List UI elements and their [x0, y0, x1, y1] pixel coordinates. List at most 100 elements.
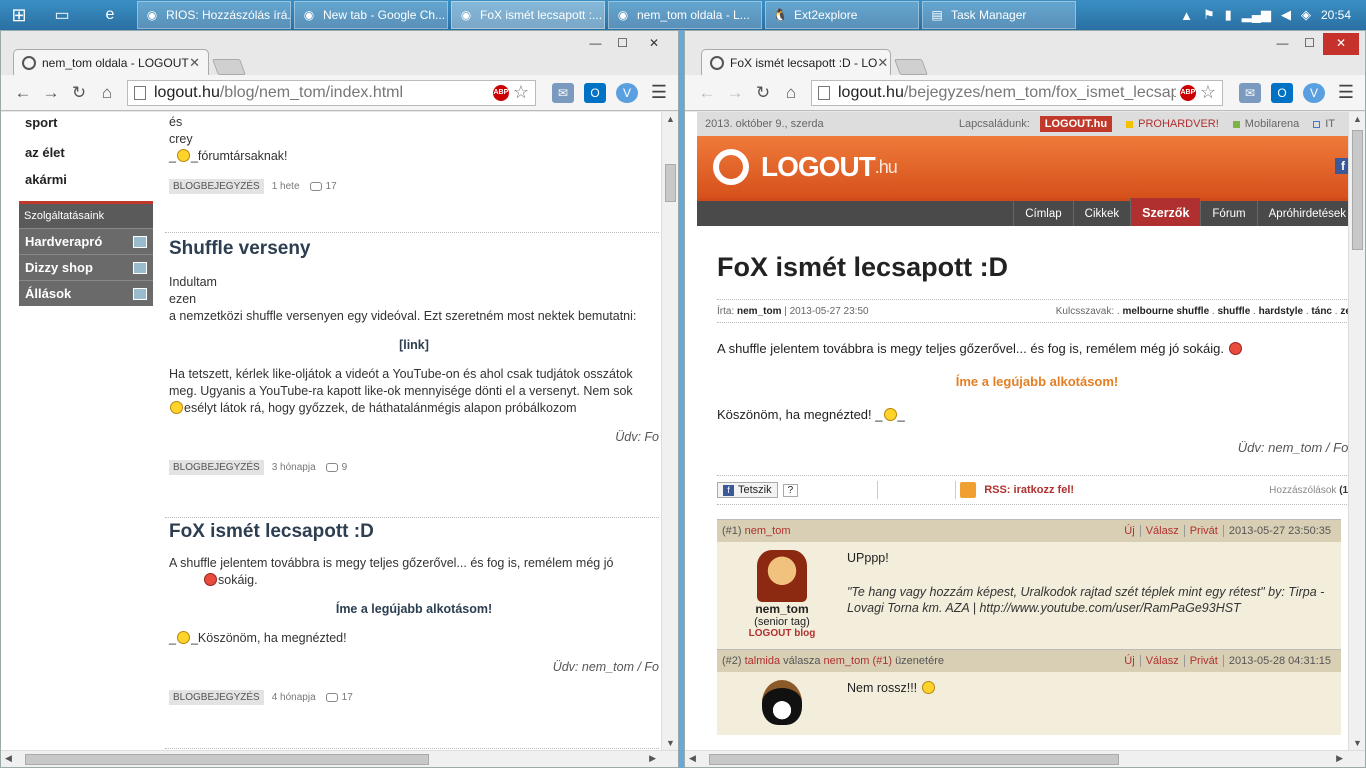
- minimize-icon[interactable]: —: [582, 33, 609, 55]
- file-explorer-pin[interactable]: ▭: [38, 0, 86, 30]
- service-hardverapro[interactable]: Hardverapró: [19, 228, 153, 254]
- maximize-icon[interactable]: ☐: [609, 33, 636, 55]
- scroll-left-icon[interactable]: ◀: [689, 753, 696, 764]
- post-tag[interactable]: BLOGBEJEGYZÉS: [169, 178, 264, 194]
- rss-link[interactable]: RSS: iratkozz fel!: [984, 484, 1074, 496]
- bookmark-star-icon[interactable]: ☆: [1200, 82, 1216, 103]
- scroll-right-icon[interactable]: ▶: [1336, 753, 1343, 764]
- sidebar-item-az-elet[interactable]: az élet: [19, 139, 153, 166]
- network-link-logout[interactable]: LOGOUT.hu: [1039, 116, 1113, 132]
- taskbar-task[interactable]: 🐧 Ext2explore: [765, 1, 919, 29]
- reload-icon[interactable]: ↻: [749, 83, 777, 103]
- close-tab-icon[interactable]: ✕: [877, 55, 888, 71]
- keyword-link[interactable]: hardstyle: [1259, 306, 1303, 317]
- maximize-icon[interactable]: ☐: [1296, 33, 1323, 55]
- forward-icon[interactable]: →: [37, 83, 65, 103]
- comment-reply[interactable]: Válasz: [1141, 655, 1185, 667]
- sidebar-item-sport[interactable]: sport: [19, 112, 153, 139]
- scroll-thumb[interactable]: [665, 164, 676, 202]
- avatar[interactable]: [757, 550, 807, 602]
- adblock-icon[interactable]: ABP: [492, 84, 509, 101]
- scroll-thumb[interactable]: [25, 754, 429, 765]
- tab-nem-tom[interactable]: nem_tom oldala - LOGOUT ✕: [13, 49, 209, 75]
- comment-reply[interactable]: Válasz: [1141, 525, 1185, 537]
- nav-szerzok[interactable]: Szerzők: [1130, 198, 1201, 226]
- comment-new[interactable]: Új: [1119, 525, 1141, 537]
- network-link-it[interactable]: IT: [1313, 118, 1335, 130]
- home-icon[interactable]: ⌂: [93, 83, 121, 103]
- comment-author[interactable]: nem_tom: [745, 525, 791, 537]
- facebook-like-button[interactable]: f Tetszik: [717, 482, 778, 498]
- sidebar-item-akarmi[interactable]: akármi: [19, 166, 153, 193]
- network-link-mobilarena[interactable]: Mobilarena: [1232, 118, 1299, 130]
- comment-count[interactable]: 17: [325, 692, 353, 703]
- author-link[interactable]: nem_tom: [737, 306, 781, 317]
- nav-aprohirdetesek[interactable]: Apróhirdetések: [1256, 201, 1357, 226]
- comment-author[interactable]: talmida: [745, 655, 780, 667]
- gmail-icon[interactable]: ✉: [552, 82, 574, 103]
- scroll-down-icon[interactable]: ▼: [1349, 738, 1365, 748]
- vimeo-icon[interactable]: V: [1303, 82, 1325, 103]
- nav-cikkek[interactable]: Cikkek: [1072, 201, 1131, 226]
- chevron-up-icon[interactable]: ▲: [1180, 8, 1193, 23]
- scroll-left-icon[interactable]: ◀: [5, 753, 12, 764]
- start-button[interactable]: ⊞: [0, 0, 38, 30]
- new-tab-button[interactable]: [212, 59, 246, 75]
- forward-icon[interactable]: →: [721, 83, 749, 103]
- new-tab-button[interactable]: [894, 59, 928, 75]
- help-button[interactable]: ?: [782, 483, 799, 497]
- menu-icon[interactable]: ☰: [648, 82, 670, 103]
- taskbar-task[interactable]: ▤ Task Manager: [922, 1, 1076, 29]
- vertical-scrollbar[interactable]: ▲ ▼: [661, 112, 678, 750]
- outlook-icon[interactable]: O: [584, 82, 606, 103]
- rss-icon[interactable]: [960, 482, 977, 498]
- taskbar-task[interactable]: ◉ RIOS: Hozzászólás írá...: [137, 1, 291, 29]
- gmail-icon[interactable]: ✉: [1239, 82, 1261, 103]
- internet-explorer-pin[interactable]: e: [86, 0, 134, 30]
- avatar[interactable]: [762, 680, 802, 725]
- adblock-icon[interactable]: ABP: [1179, 84, 1196, 101]
- post-tag[interactable]: BLOGBEJEGYZÉS: [169, 689, 264, 705]
- comments-count[interactable]: Hozzászólások (17): [1269, 485, 1357, 496]
- scroll-down-icon[interactable]: ▼: [662, 738, 678, 748]
- home-icon[interactable]: ⌂: [777, 83, 805, 103]
- close-icon[interactable]: ✕: [636, 33, 672, 55]
- horizontal-scrollbar[interactable]: ◀ ▶: [685, 750, 1365, 767]
- taskbar-task[interactable]: ◉ nem_tom oldala - L...: [608, 1, 762, 29]
- back-icon[interactable]: ←: [693, 83, 721, 103]
- taskbar-task[interactable]: ◉ New tab - Google Ch...: [294, 1, 448, 29]
- nav-forum[interactable]: Fórum: [1200, 201, 1256, 226]
- horizontal-scrollbar[interactable]: ◀ ▶: [1, 750, 678, 767]
- comment-count[interactable]: 9: [325, 462, 347, 473]
- address-bar[interactable]: logout.hu/blog/nem_tom/index.html ABP ☆: [127, 79, 536, 106]
- taskbar-task[interactable]: ◉ FoX ismét lecsapott :...: [451, 1, 605, 29]
- outlook-icon[interactable]: O: [1271, 82, 1293, 103]
- comment-private[interactable]: Privát: [1185, 655, 1224, 667]
- comment-count[interactable]: 17: [309, 181, 337, 192]
- keyword-link[interactable]: melbourne shuffle: [1122, 306, 1209, 317]
- nav-cimlap[interactable]: Címlap: [1013, 201, 1072, 226]
- tab-fox[interactable]: FoX ismét lecsapott :D - LO ✕: [701, 49, 891, 75]
- signal-icon[interactable]: ▂▄▆: [1242, 7, 1271, 23]
- site-logo[interactable]: LOGOUT .hu: [713, 149, 898, 185]
- service-dizzy-shop[interactable]: Dizzy shop: [19, 254, 153, 280]
- scroll-up-icon[interactable]: ▲: [1349, 114, 1365, 124]
- video-link[interactable]: [link]: [169, 337, 659, 354]
- back-icon[interactable]: ←: [9, 83, 37, 103]
- close-tab-icon[interactable]: ✕: [189, 55, 200, 71]
- post-title[interactable]: Shuffle verseny: [169, 238, 659, 260]
- post-title[interactable]: FoX ismét lecsapott :D: [169, 521, 659, 543]
- clock[interactable]: 20:54: [1321, 8, 1351, 22]
- scroll-thumb[interactable]: [1352, 130, 1363, 250]
- bookmark-star-icon[interactable]: ☆: [513, 82, 529, 103]
- reload-icon[interactable]: ↻: [65, 83, 93, 103]
- scroll-right-icon[interactable]: ▶: [649, 753, 656, 764]
- volume-icon[interactable]: ◀: [1281, 7, 1291, 23]
- network-icon[interactable]: ◈: [1301, 7, 1311, 23]
- close-icon[interactable]: ✕: [1323, 33, 1359, 55]
- service-allasok[interactable]: Állások: [19, 280, 153, 306]
- scroll-thumb[interactable]: [709, 754, 1119, 765]
- vimeo-icon[interactable]: V: [616, 82, 638, 103]
- highlight-link[interactable]: Íme a legújabb alkotásom!: [717, 374, 1357, 389]
- comment-private[interactable]: Privát: [1185, 525, 1224, 537]
